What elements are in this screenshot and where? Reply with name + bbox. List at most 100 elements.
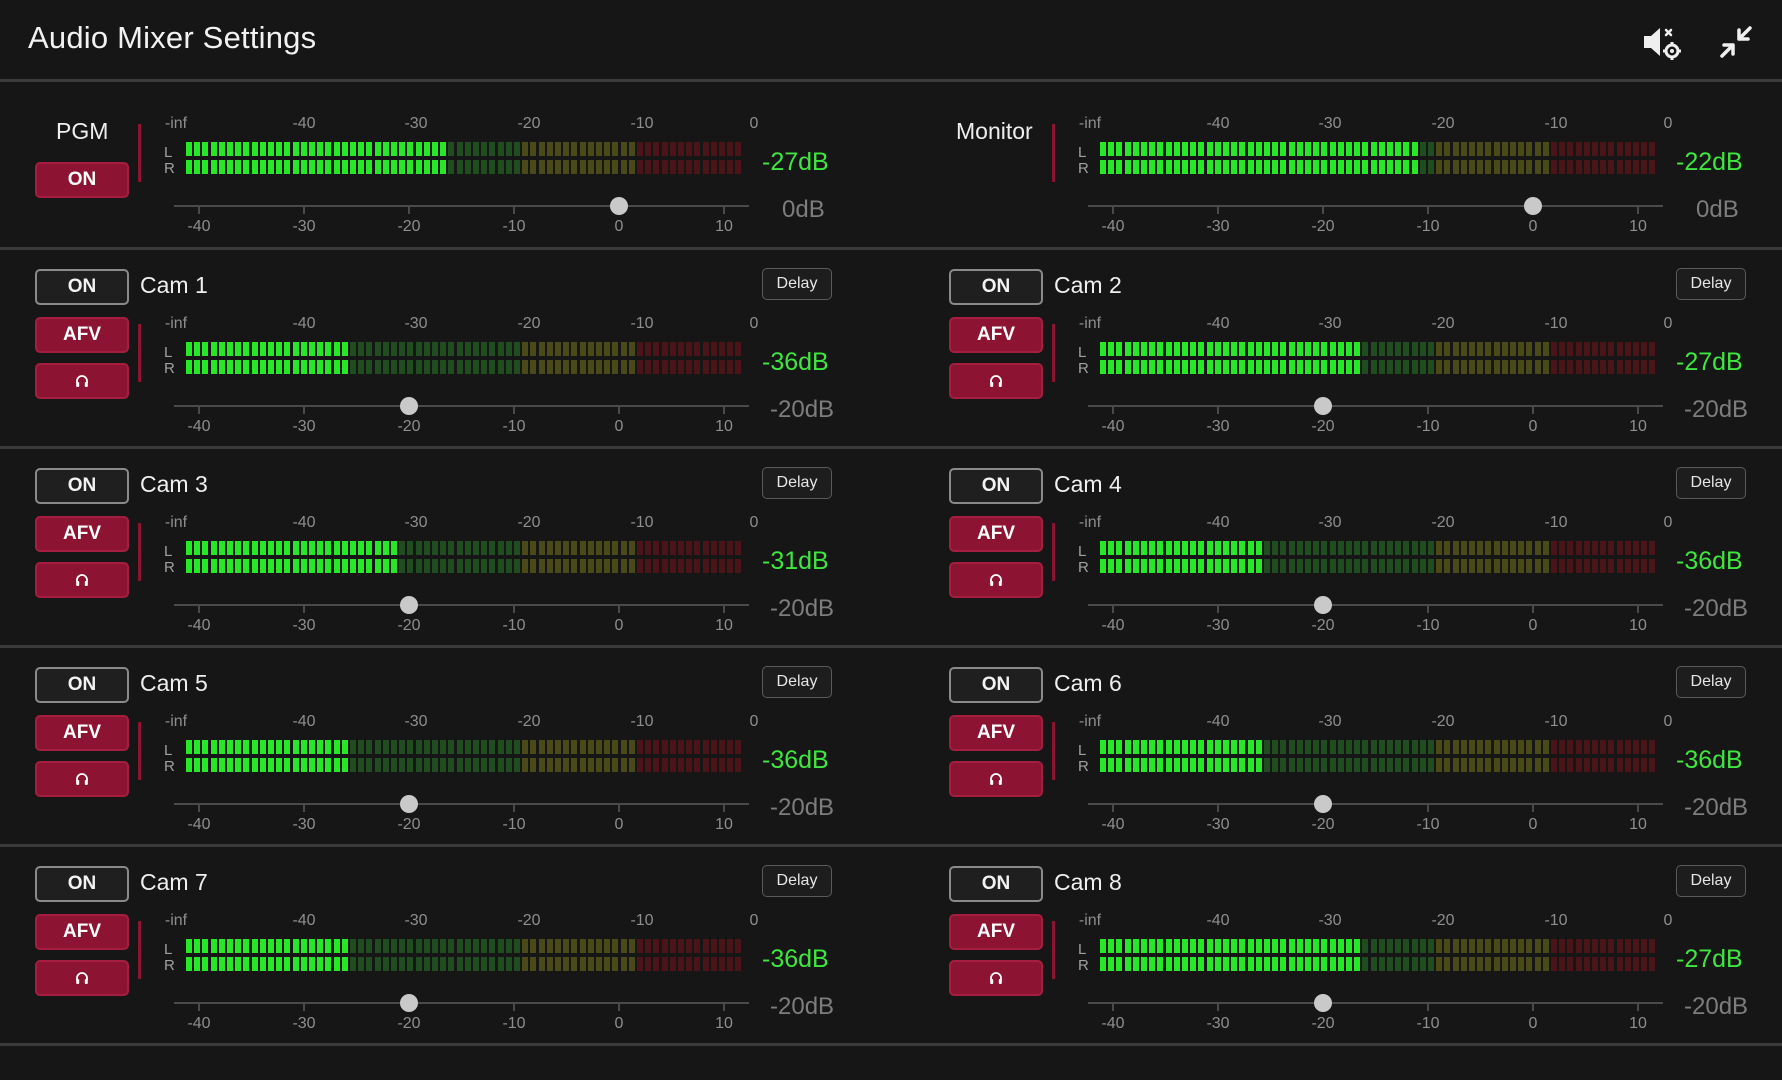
fader-knob[interactable] [1314,994,1332,1012]
meter-segment [415,142,422,156]
camera-row: ON Cam 7 Delay AFV -inf -40 -30 -20 -10 0 L R -36dB -… [0,847,1782,1046]
meter-segment [489,559,496,573]
meter-segment [202,541,209,555]
headphone-button[interactable] [35,761,129,797]
delay-button[interactable]: Delay [762,467,832,499]
headphone-button[interactable] [35,363,129,399]
headphone-button[interactable] [35,562,129,598]
meter-segment [1329,360,1336,374]
meter-segment [596,740,602,754]
meter-segment [1288,160,1295,174]
meter-segment [1198,360,1205,374]
fader-knob[interactable] [610,197,628,215]
meter-segment [1296,559,1303,573]
meter-segment [194,957,201,971]
fader-knob[interactable] [1314,596,1332,614]
meter-segment [341,957,348,971]
gain-readout: 0dB [1696,196,1739,223]
meter-segment [1264,160,1270,174]
meter-scale-label: 0 [749,912,759,929]
channel-on-button[interactable]: ON [949,269,1043,305]
meter-segment [1198,541,1205,555]
fader-knob[interactable] [400,994,418,1012]
fader-knob[interactable] [1314,795,1332,813]
meter-segment [1239,360,1246,374]
meter-segment [596,360,602,374]
channel-on-button[interactable]: ON [949,667,1043,703]
fader-knob[interactable] [400,397,418,415]
delay-button[interactable]: Delay [1676,865,1746,897]
afv-button[interactable]: AFV [949,914,1043,950]
meter-segment [694,559,701,573]
meter-segment [653,758,660,772]
afv-button[interactable]: AFV [949,715,1043,751]
afv-button[interactable]: AFV [35,914,129,950]
meter-segment [276,142,283,156]
headphone-button[interactable] [949,562,1043,598]
meter-segment [1124,740,1131,754]
delay-button[interactable]: Delay [762,865,832,897]
meter-segment [341,342,348,356]
meter-segment [1321,360,1328,374]
meter-segment [1575,740,1582,754]
meter-segment [1231,740,1238,754]
delay-button[interactable]: Delay [1676,268,1746,300]
afv-button[interactable]: AFV [949,516,1043,552]
meter-segment [579,957,586,971]
meter-segment [1477,758,1484,772]
meter-segment [358,957,365,971]
meter-segment [1288,360,1295,374]
meter-segment [1616,939,1623,953]
channel-on-button[interactable]: ON [35,866,129,902]
fader-scale-label: -10 [502,218,526,235]
channel-on-button[interactable]: ON [35,269,129,305]
afv-button[interactable]: AFV [35,516,129,552]
channel-on-button[interactable]: ON [35,667,129,703]
meter-segment [1477,160,1484,174]
meter-segment [530,559,537,573]
level-readout: -22dB [1676,148,1743,176]
fader-knob[interactable] [1314,397,1332,415]
delay-button[interactable]: Delay [762,666,832,698]
meter-segment [432,541,438,555]
meter-segment [407,957,414,971]
fader-knob[interactable] [400,795,418,813]
headphone-button[interactable] [949,363,1043,399]
meter-segment [1592,939,1598,953]
collapse-icon[interactable] [1714,20,1758,64]
meter-segment [243,758,250,772]
meter-segment [1296,740,1303,754]
afv-button[interactable]: AFV [35,715,129,751]
meter-segment [1173,559,1180,573]
meter-segment [1223,360,1229,374]
speaker-settings-icon[interactable] [1638,20,1682,64]
channel-on-button[interactable]: ON [949,866,1043,902]
meter-segment [1206,957,1213,971]
fader-track [174,1002,749,1004]
afv-button[interactable]: AFV [949,317,1043,353]
headphone-button[interactable] [35,960,129,996]
level-meter [1100,740,1662,774]
meter-segment [522,360,529,374]
meter-segment [1477,360,1484,374]
meter-segment [1428,957,1434,971]
fader-knob[interactable] [1524,197,1542,215]
meter-segment [702,559,709,573]
meter-segment [366,957,373,971]
meter-segment [628,758,635,772]
meter-segment [546,360,553,374]
headphone-button[interactable] [949,960,1043,996]
delay-button[interactable]: Delay [1676,467,1746,499]
fader-scale-label: -20 [1311,617,1335,634]
meter-segment [317,142,324,156]
channel-on-button[interactable]: ON [949,468,1043,504]
pgm-on-button[interactable]: ON [35,162,129,198]
meter-segment [1173,160,1180,174]
delay-button[interactable]: Delay [1676,666,1746,698]
delay-button[interactable]: Delay [762,268,832,300]
headphone-button[interactable] [949,761,1043,797]
afv-button[interactable]: AFV [35,317,129,353]
meter-segment [1321,559,1328,573]
channel-on-button[interactable]: ON [35,468,129,504]
fader-knob[interactable] [400,596,418,614]
